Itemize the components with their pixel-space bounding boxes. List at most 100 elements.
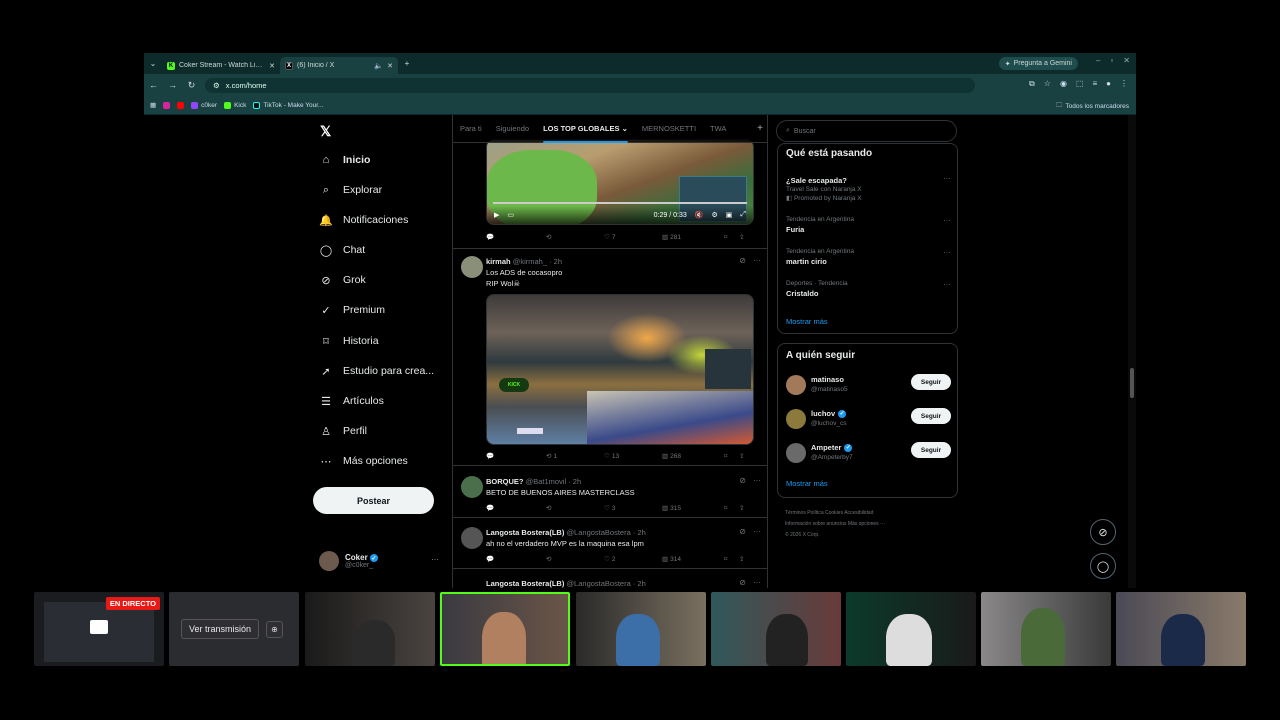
add-tab-icon[interactable]: + [757,123,767,134]
apps-icon[interactable]: ▦ [150,101,156,109]
more-icon[interactable]: ··· [943,280,951,289]
views-button[interactable]: ▥ 268 [662,452,724,461]
search-input[interactable]: ⌕ Buscar [776,120,957,142]
trend-item[interactable]: ¿Sale escapada? Travel Sale con Naranja … [786,174,951,202]
all-bookmarks[interactable]: 🗀 Todos los marcadores [1056,101,1129,112]
show-more-link[interactable]: Mostrar más [786,317,828,326]
scrollbar[interactable] [1128,115,1136,588]
nav-item-creator-studio[interactable]: ➚ Estudio para crea... [320,365,434,378]
tab-x[interactable]: X (6) Inicio / X 🔈 ✕ [280,57,398,74]
stream-thumbnail[interactable] [1116,592,1246,666]
stream-thumbnail-selected[interactable] [440,592,570,666]
share-icon[interactable]: ⇪ [739,504,744,512]
show-more-link[interactable]: Mostrar más [786,479,828,488]
trend-item[interactable]: Tendencia en Argentina martin cirio ··· [786,248,951,266]
more-icon[interactable]: ··· [753,256,761,265]
fullscreen-icon[interactable]: ⤢ [740,211,746,219]
avatar[interactable] [461,527,483,549]
avatar[interactable] [461,476,483,498]
close-icon[interactable]: ✕ [269,62,275,70]
tab-following[interactable]: Siguiendo [489,115,536,143]
video-progress[interactable] [493,202,747,204]
more-icon[interactable]: ··· [943,248,951,257]
bookmark-icon[interactable]: ⌑ [724,233,739,241]
volume-icon[interactable]: 🔇 [695,211,704,219]
tab-for-you[interactable]: Para ti [453,115,489,143]
stream-thumbnail[interactable] [981,592,1111,666]
tab-mernosketti[interactable]: MERNOSKETTI [635,115,703,143]
nav-item-grok[interactable]: ⊘ Grok [320,274,365,287]
messages-icon[interactable]: ◯ [1090,553,1116,579]
stream-thumbnail[interactable] [846,592,976,666]
tab-kick[interactable]: K Coker Stream - Watch Live on Kick ✕ [162,57,280,74]
forward-icon[interactable]: → [163,80,182,90]
nav-item-notifications[interactable]: 🔔 Notificaciones [319,214,408,227]
tab-search-icon[interactable]: ⌄ [144,59,162,68]
puzzle-icon[interactable]: ⬚ [1076,79,1084,89]
retweet-icon[interactable]: ⟲ [546,233,604,241]
star-icon[interactable]: ☆ [1044,79,1051,89]
maximize-icon[interactable]: ▫ [1110,56,1113,65]
extension-icon[interactable]: ◉ [1060,79,1067,89]
stream-thumbnail[interactable]: Ver transmisión ⊕ [169,592,299,666]
avatar[interactable] [786,409,806,429]
close-icon[interactable]: ✕ [387,62,393,70]
views-button[interactable]: ▥ 314 [662,555,724,564]
new-tab-icon[interactable]: + [398,59,416,68]
bookmark-icon[interactable]: ⌑ [724,452,739,460]
nav-item-home[interactable]: ⌂ Inicio [320,154,371,166]
tweet[interactable]: Langosta Bostera(LB) @LangostaBostera · … [453,569,767,588]
share-icon[interactable]: ⇪ [739,452,744,460]
grok-icon[interactable]: ⊘ [739,578,746,587]
account-switcher[interactable]: Coker ✓ @c0ker_ ··· [319,551,439,571]
gemini-button[interactable]: ✦ Pregunta a Gemini [998,57,1078,70]
follow-suggestion[interactable]: luchov ✓ @luchov_cs Seguir [786,407,951,433]
more-icon[interactable]: ··· [943,216,951,225]
share-icon[interactable]: ⇪ [739,555,744,563]
nav-item-profile[interactable]: ♙ Perfil [320,425,367,438]
pip-icon[interactable]: ▣ [726,211,733,219]
media-icon[interactable]: ≡ [1092,79,1097,89]
like-button[interactable]: ♡ 7 [604,233,662,242]
more-icon[interactable]: ··· [753,527,761,536]
bookmark-instagram[interactable] [163,101,171,109]
reply-icon[interactable]: 💬 [486,555,546,563]
like-button[interactable]: ♡ 2 [604,555,662,564]
stream-thumbnail-live[interactable]: EN DIRECTO [34,592,164,666]
more-icon[interactable]: ··· [753,476,761,485]
speaker-icon[interactable]: 🔈 [374,62,383,70]
menu-icon[interactable]: ⋮ [1120,79,1128,89]
nav-item-chat[interactable]: ◯ Chat [320,244,365,257]
more-icon[interactable]: ··· [943,174,951,183]
trend-item[interactable]: Deportes · Tendencia Cristaldo ··· [786,280,951,298]
tweet-video[interactable]: KICK [486,294,754,445]
nav-item-articles[interactable]: ☰ Artículos [320,395,384,408]
site-info-icon[interactable]: ⚙ [213,81,220,90]
bookmark-icon[interactable]: ⌑ [724,504,739,512]
reply-icon[interactable]: 💬 [486,233,546,241]
bookmark-kick[interactable]: Kick [224,101,246,109]
follow-suggestion[interactable]: matinaso @matinaso5 Seguir [786,373,951,399]
settings-icon[interactable]: ⚙ [711,211,717,219]
caption-icon[interactable]: ▭ [507,211,514,219]
retweet-button[interactable]: ⟲ 1 [546,452,604,461]
follow-button[interactable]: Seguir [911,374,951,390]
avatar[interactable] [786,375,806,395]
grok-icon[interactable]: ⊘ [1090,519,1116,545]
tweet[interactable]: Langosta Bostera(LB) @LangostaBostera · … [453,518,767,569]
profile-icon[interactable]: ● [1106,79,1111,89]
tab-top-globales[interactable]: LOS TOP GLOBALES ⌄ [536,115,635,143]
stream-thumbnail[interactable] [576,592,706,666]
install-icon[interactable]: ⧉ [1029,79,1035,89]
tweet[interactable]: kirmah @kirmah_ · 2h ⊘ ··· Los ADS de coc… [453,249,767,466]
x-logo-icon[interactable]: 𝕏 [320,123,331,140]
share-icon[interactable]: ⇪ [739,233,744,241]
nav-item-more[interactable]: ⋯ Más opciones [320,455,408,468]
nav-item-history[interactable]: ⌑ Historia [320,335,378,348]
views-button[interactable]: ▥ 281 [662,233,724,242]
retweet-icon[interactable]: ⟲ [546,504,604,512]
bookmark-c0ker[interactable]: c0ker [191,101,217,109]
retweet-icon[interactable]: ⟲ [546,555,604,563]
grok-icon[interactable]: ⊘ [739,476,746,485]
like-button[interactable]: ♡ 13 [604,452,662,461]
